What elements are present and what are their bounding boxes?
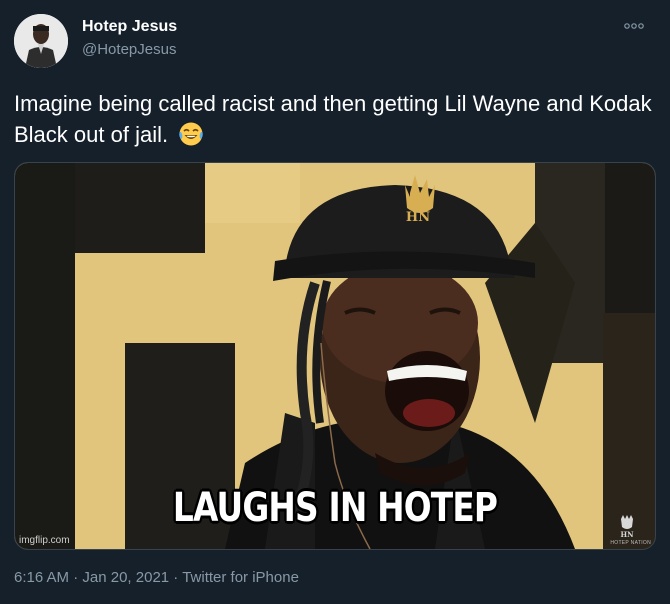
meta-separator: ·: [169, 569, 183, 586]
meme-caption: LAUGHS IN HOTEP: [172, 485, 498, 531]
avatar[interactable]: [14, 14, 68, 68]
face-with-tears-of-joy-icon: [178, 121, 204, 147]
tweet: Hotep Jesus @HotepJesus Imagine being ca…: [0, 0, 670, 604]
imgflip-watermark: imgflip.com: [19, 535, 70, 546]
author-handle[interactable]: @HotepJesus: [82, 41, 176, 58]
tweet-metadata: 6:16 AM · Jan 20, 2021 · Twitter for iPh…: [14, 569, 299, 586]
tweet-media-image[interactable]: HN LAUGHS IN HOTEP imgflip.com HN HOTEP …: [14, 162, 656, 550]
svg-text:HN: HN: [406, 210, 430, 225]
tweet-text: Imagine being called racist and then get…: [14, 88, 654, 150]
more-options-icon[interactable]: [622, 16, 646, 36]
hotep-nation-brand-text: HOTEP NATION: [610, 540, 651, 546]
svg-text:HN: HN: [620, 530, 634, 539]
tweet-source[interactable]: Twitter for iPhone: [182, 569, 299, 586]
tweet-text-body: Imagine being called racist and then get…: [14, 91, 652, 147]
meta-separator: ·: [69, 569, 83, 586]
tweet-time[interactable]: 6:16 AM: [14, 569, 69, 586]
author-name[interactable]: Hotep Jesus: [82, 18, 177, 36]
tweet-date[interactable]: Jan 20, 2021: [82, 569, 169, 586]
